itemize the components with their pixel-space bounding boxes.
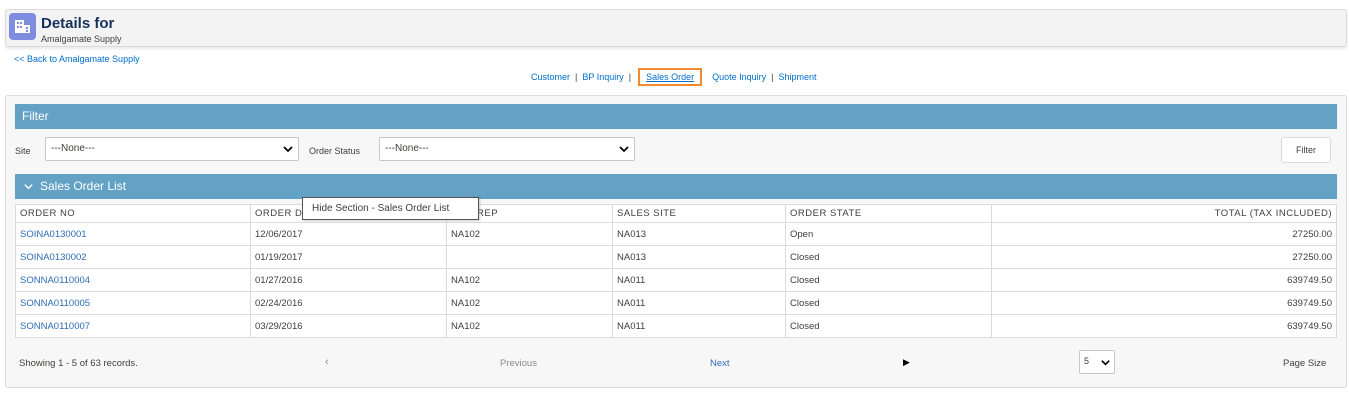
previous-button[interactable]: Previous xyxy=(500,358,537,369)
table-cell: 639749.50 xyxy=(991,268,1337,292)
order-status-label: Order Status xyxy=(309,146,361,156)
nav-separator: | xyxy=(771,72,774,82)
previous-arrow-icon: ‹ xyxy=(325,356,329,368)
record-count: Showing 1 - 5 of 63 records. xyxy=(19,358,138,369)
nav-quote-inquiry-link[interactable]: Quote Inquiry xyxy=(712,72,766,82)
table-cell: 01/19/2017 xyxy=(250,245,447,269)
table-row: SOINA0130002 01/19/2017 NA013 Closed 272… xyxy=(15,245,1337,269)
table-cell: NA102 xyxy=(446,291,613,315)
table-cell: NA102 xyxy=(446,268,613,292)
table-cell: NA011 xyxy=(612,268,786,292)
table-header-row: ORDER NO ORDER D REP SALES SITE ORDER ST… xyxy=(15,204,1337,223)
table-cell: 639749.50 xyxy=(991,291,1337,315)
table-cell: NA102 xyxy=(446,222,613,246)
table-cell: Closed xyxy=(785,268,992,292)
table-row: SONNA0110005 02/24/2016 NA102 NA011 Clos… xyxy=(15,291,1337,315)
table-cell: NA011 xyxy=(612,291,786,315)
pagination-bar: Showing 1 - 5 of 63 records. ‹ Previous … xyxy=(15,341,1337,385)
next-button[interactable]: Next xyxy=(710,358,730,369)
site-select-value: ---None--- xyxy=(51,143,95,154)
nav-separator: | xyxy=(575,72,578,82)
order-link[interactable]: SOINA0130002 xyxy=(20,252,87,263)
table-cell: NA013 xyxy=(612,245,786,269)
nav-shipment-link[interactable]: Shipment xyxy=(778,72,816,82)
nav-customer-link[interactable]: Customer xyxy=(531,72,570,82)
page-title: Details for xyxy=(41,15,115,32)
section-toggle[interactable]: Sales Order List xyxy=(15,174,1337,199)
table-cell: 02/24/2016 xyxy=(250,291,447,315)
column-header[interactable]: ORDER STATE xyxy=(785,204,992,223)
table-cell: 03/29/2016 xyxy=(250,314,447,338)
nav-separator: | xyxy=(628,72,632,82)
filter-header: Filter xyxy=(15,104,1337,129)
table-cell: Closed xyxy=(785,245,992,269)
page-size-select[interactable]: 5 xyxy=(1079,350,1115,374)
table-cell: NA011 xyxy=(612,314,786,338)
order-status-select-value: ---None--- xyxy=(385,143,429,154)
page-size-value: 5 xyxy=(1084,356,1090,366)
filter-button[interactable]: Filter xyxy=(1281,137,1331,163)
order-status-select[interactable]: ---None--- xyxy=(379,137,635,161)
table-row: SONNA0110007 03/29/2016 NA102 NA011 Clos… xyxy=(15,314,1337,338)
table-cell: 27250.00 xyxy=(991,245,1337,269)
table-cell: NA013 xyxy=(612,222,786,246)
page-size-label: Page Size xyxy=(1283,358,1327,369)
sales-order-table: ORDER NO ORDER D REP SALES SITE ORDER ST… xyxy=(15,204,1337,338)
table-row: SOINA0130001 12/06/2017 NA102 NA013 Open… xyxy=(15,222,1337,246)
column-header[interactable]: ORDER NO xyxy=(15,204,251,223)
column-header[interactable]: SALES SITE xyxy=(612,204,786,223)
table-cell: 27250.00 xyxy=(991,222,1337,246)
nav-bp-inquiry-link[interactable]: BP Inquiry xyxy=(582,72,623,82)
column-header[interactable]: TOTAL (TAX INCLUDED) xyxy=(991,204,1337,223)
nav-sales-order-link[interactable]: Sales Order xyxy=(638,68,703,86)
chevron-down-icon xyxy=(619,146,629,153)
site-label: Site xyxy=(15,146,31,156)
page-subtitle: Amalgamate Supply xyxy=(41,34,122,44)
table-cell: NA102 xyxy=(446,314,613,338)
order-link[interactable]: SONNA0110004 xyxy=(20,275,90,286)
table-cell: 12/06/2017 xyxy=(250,222,447,246)
chevron-down-icon xyxy=(283,146,293,153)
sales-order-panel: Filter Site ---None--- Order Status ---N… xyxy=(5,95,1347,388)
record-nav: Customer | BP Inquiry | Sales Order Quote Inq… xyxy=(531,68,817,86)
order-link[interactable]: SOINA0130001 xyxy=(20,229,87,240)
table-cell xyxy=(446,245,613,269)
order-link[interactable]: SONNA0110007 xyxy=(20,321,90,332)
next-arrow-icon[interactable]: ▶ xyxy=(903,357,910,368)
page-header: Details for Amalgamate Supply xyxy=(5,9,1347,47)
table-cell: Open xyxy=(785,222,992,246)
back-link[interactable]: << Back to Amalgamate Supply xyxy=(14,54,140,64)
order-link[interactable]: SONNA0110005 xyxy=(20,298,90,309)
building-icon xyxy=(9,13,36,40)
site-select[interactable]: ---None--- xyxy=(45,137,299,161)
table-cell: Closed xyxy=(785,291,992,315)
table-cell: 639749.50 xyxy=(991,314,1337,338)
table-cell: Closed xyxy=(785,314,992,338)
chevron-down-icon xyxy=(1101,360,1110,366)
section-title: Sales Order List xyxy=(40,179,127,193)
table-row: SONNA0110004 01/27/2016 NA102 NA011 Clos… xyxy=(15,268,1337,292)
chevron-down-icon xyxy=(24,184,33,190)
table-cell: 01/27/2016 xyxy=(250,268,447,292)
section-tooltip: Hide Section - Sales Order List xyxy=(302,197,479,220)
